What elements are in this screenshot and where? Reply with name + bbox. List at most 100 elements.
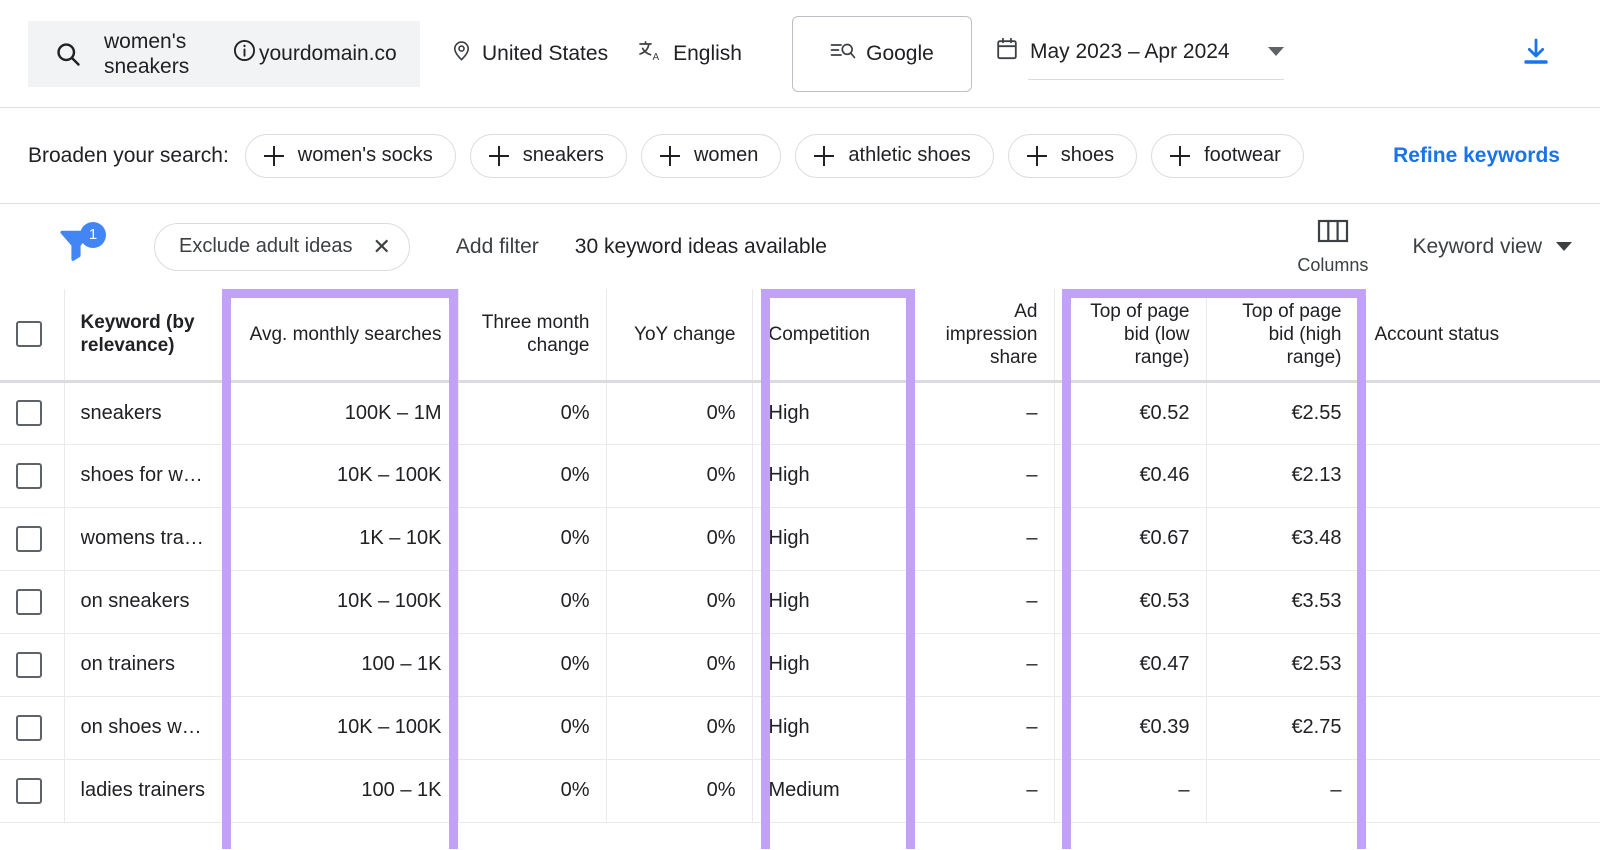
cell-competition: High [752,696,906,759]
broaden-chip-sneakers[interactable]: sneakers [470,134,627,178]
row-checkbox[interactable] [16,463,42,489]
chip-label: footwear [1204,144,1281,167]
broaden-chip-women[interactable]: women [641,134,781,178]
cell-three-month-change: 0% [458,759,606,822]
cell-bid-high: €3.48 [1206,507,1358,570]
location-selector[interactable]: United States [450,39,608,68]
select-all-checkbox[interactable] [16,321,42,347]
cell-competition: High [752,633,906,696]
cell-bid-low: €0.53 [1054,570,1206,633]
columns-button[interactable]: Columns [1297,218,1368,276]
chip-label: shoes [1061,144,1114,167]
broaden-chip-athletic-shoes[interactable]: athletic shoes [795,134,993,178]
translate-icon: A [638,39,673,69]
language-label: English [673,42,742,66]
column-header-ad-impression-share[interactable]: Ad impression share [906,289,1054,381]
cell-account-status [1358,696,1600,759]
cell-three-month-change: 0% [458,696,606,759]
keyword-ideas-table: Keyword (by relevance) Avg. monthly sear… [0,289,1600,823]
keyword-planner-page: women's sneakers yourdomain.co [0,0,1600,850]
search-term-text: women's sneakers [104,29,222,79]
row-checkbox[interactable] [16,589,42,615]
cell-avg-monthly-searches: 10K – 100K [222,444,458,507]
filter-funnel-icon[interactable]: 1 [56,224,102,270]
download-icon[interactable] [1520,36,1552,73]
cell-competition: High [752,570,906,633]
keyword-table-container: Keyword (by relevance) Avg. monthly sear… [0,289,1600,823]
cell-competition: Medium [752,759,906,822]
add-filter-button[interactable]: Add filter [456,235,539,259]
broaden-search-row: Broaden your search: women's socks sneak… [0,108,1600,204]
cell-avg-monthly-searches: 100K – 1M [222,381,458,444]
column-header-yoy-change[interactable]: YoY change [606,289,752,381]
plus-icon [264,146,284,166]
domain-chip[interactable]: yourdomain.co [232,38,397,69]
table-row[interactable]: on shoes wo… 10K – 100K 0% 0% High – €0.… [0,696,1600,759]
table-row[interactable]: ladies trainers 100 – 1K 0% 0% Medium – … [0,759,1600,822]
plus-icon [660,146,680,166]
row-select-cell [0,696,64,759]
row-select-cell [0,759,64,822]
language-selector[interactable]: A English [638,39,742,69]
row-checkbox[interactable] [16,400,42,426]
info-icon [232,38,259,69]
cell-avg-monthly-searches: 10K – 100K [222,696,458,759]
keyword-view-selector[interactable]: Keyword view [1412,235,1572,259]
table-row[interactable]: shoes for wo… 10K – 100K 0% 0% High – €0… [0,444,1600,507]
table-row[interactable]: sneakers 100K – 1M 0% 0% High – €0.52 €2… [0,381,1600,444]
broaden-label: Broaden your search: [28,144,229,168]
column-header-avg-monthly-searches[interactable]: Avg. monthly searches [222,289,458,381]
cell-keyword: on sneakers [64,570,222,633]
cell-ad-impression-share: – [906,759,1054,822]
active-filter-label: Exclude adult ideas [179,235,352,258]
location-pin-icon [450,39,482,68]
table-row[interactable]: womens trai… 1K – 10K 0% 0% High – €0.67… [0,507,1600,570]
cell-competition: High [752,507,906,570]
table-row[interactable]: on sneakers 10K – 100K 0% 0% High – €0.5… [0,570,1600,633]
chip-label: athletic shoes [848,144,970,167]
location-label: United States [482,42,608,66]
column-header-account-status[interactable]: Account status [1358,289,1600,381]
cell-account-status [1358,507,1600,570]
cell-ad-impression-share: – [906,444,1054,507]
column-header-competition[interactable]: Competition [752,289,906,381]
table-row[interactable]: on trainers 100 – 1K 0% 0% High – €0.47 … [0,633,1600,696]
cell-bid-high: €2.55 [1206,381,1358,444]
row-select-cell [0,507,64,570]
cell-account-status [1358,633,1600,696]
table-header: Keyword (by relevance) Avg. monthly sear… [0,289,1600,381]
column-header-three-month-change[interactable]: Three month change [458,289,606,381]
row-checkbox[interactable] [16,715,42,741]
active-filter-chip[interactable]: Exclude adult ideas ✕ [154,223,410,271]
close-icon[interactable]: ✕ [372,234,390,260]
table-body: sneakers 100K – 1M 0% 0% High – €0.52 €2… [0,381,1600,822]
date-range-label: May 2023 – Apr 2024 [1030,40,1230,64]
row-checkbox[interactable] [16,526,42,552]
chip-label: women's socks [298,144,433,167]
cell-bid-low: – [1054,759,1206,822]
cell-bid-high: – [1206,759,1358,822]
column-header-bid-high[interactable]: Top of page bid (high range) [1206,289,1358,381]
cell-avg-monthly-searches: 1K – 10K [222,507,458,570]
chip-label: women [694,144,758,167]
toolbar-right-group: Columns Keyword view [1297,218,1572,276]
search-engine-selector[interactable]: Google [792,16,972,92]
broaden-chip-footwear[interactable]: footwear [1151,134,1304,178]
cell-yoy-change: 0% [606,633,752,696]
broaden-chip-womens-socks[interactable]: women's socks [245,134,456,178]
search-engine-label: Google [866,42,934,66]
row-checkbox[interactable] [16,778,42,804]
broaden-chip-shoes[interactable]: shoes [1008,134,1137,178]
filter-count-badge: 1 [80,222,106,248]
column-header-keyword[interactable]: Keyword (by relevance) [64,289,222,381]
search-box[interactable]: women's sneakers yourdomain.co [28,21,420,87]
cell-avg-monthly-searches: 10K – 100K [222,570,458,633]
column-header-bid-low[interactable]: Top of page bid (low range) [1054,289,1206,381]
cell-yoy-change: 0% [606,507,752,570]
row-checkbox[interactable] [16,652,42,678]
search-engine-icon [830,40,866,68]
chevron-down-icon[interactable] [1268,47,1284,56]
cell-keyword: on trainers [64,633,222,696]
date-range-selector[interactable]: May 2023 – Apr 2024 [996,37,1284,70]
refine-keywords-link[interactable]: Refine keywords [1393,144,1560,168]
